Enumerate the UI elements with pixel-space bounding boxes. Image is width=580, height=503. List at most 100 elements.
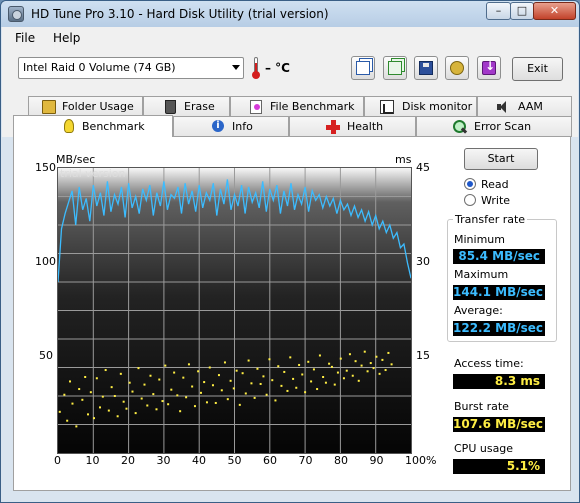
x-tick-label: 40 (192, 454, 206, 467)
options-button[interactable] (445, 56, 469, 80)
access-time-point (310, 380, 313, 383)
floppy-disk-icon (419, 61, 433, 75)
tab-disk-monitor[interactable]: Disk monitor (364, 96, 477, 117)
x-tick-label: 50 (227, 454, 242, 467)
access-time-point (119, 372, 122, 375)
access-time-point (69, 380, 72, 383)
x-tick-label: 100% (405, 454, 437, 467)
copy-text-button[interactable] (351, 56, 375, 80)
access-time-point (235, 369, 238, 372)
minimum-value: 85.4 MB/sec (453, 249, 545, 264)
access-time-point (271, 379, 274, 382)
copy-screenshot-button[interactable] (383, 56, 407, 80)
access-time-point (312, 368, 315, 371)
y-left-tick: 100 (35, 255, 56, 268)
access-time-point (71, 402, 74, 405)
y-right-tick: 15 (416, 349, 430, 362)
save-button[interactable] (414, 56, 438, 80)
access-time-point (149, 374, 152, 377)
access-time-point (63, 393, 66, 396)
access-time-point (170, 388, 173, 391)
access-time-point (187, 363, 190, 366)
access-time-point (191, 385, 194, 388)
exit-button[interactable]: Exit (512, 57, 563, 81)
access-time-point (316, 388, 319, 391)
access-time-point (173, 371, 176, 374)
access-time-point (247, 359, 250, 362)
access-time-point (232, 387, 235, 390)
maximize-button[interactable]: □ (510, 2, 534, 20)
maximum-label: Maximum (454, 268, 509, 281)
access-time-point (256, 367, 259, 370)
write-radio-label[interactable]: Write (481, 194, 510, 207)
title-bar[interactable]: HD Tune Pro 3.10 - Hard Disk Utility (tr… (1, 1, 579, 27)
access-time-point (81, 398, 84, 401)
access-time-point (89, 391, 92, 394)
access-time-point (214, 401, 217, 404)
access-time-point (66, 419, 69, 422)
access-time-point (298, 363, 301, 366)
access-time-point (268, 358, 271, 361)
access-time-point (360, 364, 363, 367)
write-radio[interactable] (464, 194, 476, 206)
access-time-point (328, 362, 331, 365)
access-time-point (58, 410, 61, 413)
drive-select[interactable]: Intel Raid 0 Volume (74 GB) (18, 57, 244, 79)
access-time-point (137, 367, 140, 370)
menu-bar: File Help (2, 27, 578, 49)
access-time-point (339, 357, 342, 360)
access-time-point (280, 384, 283, 387)
access-time-point (78, 388, 81, 391)
tab-file-benchmark[interactable]: File Benchmark (230, 96, 364, 117)
download-button[interactable] (477, 56, 501, 80)
y-left-unit: MB/sec (56, 153, 96, 166)
tab-erase[interactable]: Erase (143, 96, 230, 117)
access-time-point (277, 365, 280, 368)
tab-info[interactable]: i Info (173, 116, 289, 137)
close-button[interactable]: ✕ (533, 2, 576, 20)
menu-help[interactable]: Help (53, 31, 80, 45)
tab-health[interactable]: Health (289, 116, 416, 137)
access-time-point (318, 354, 321, 357)
access-time-point (363, 350, 366, 353)
access-time-point (348, 353, 351, 356)
minimize-button[interactable]: – (486, 2, 511, 20)
benchmark-chart (57, 167, 412, 454)
x-tick-label: 30 (156, 454, 171, 467)
access-time-point (292, 377, 295, 380)
tab-error-scan[interactable]: Error Scan (416, 116, 572, 137)
access-time-point (238, 403, 241, 406)
access-time-point (342, 377, 345, 380)
temperature-readout: – °C (265, 61, 290, 75)
access-time-point (223, 361, 226, 364)
info-icon: i (212, 120, 224, 132)
access-time-point (351, 374, 354, 377)
access-time-point (244, 392, 247, 395)
access-time-point (211, 384, 214, 387)
tab-folder-usage[interactable]: Folder Usage (28, 96, 143, 117)
hard-disk-icon (8, 6, 24, 22)
average-label: Average: (454, 304, 503, 317)
cpu-usage-value: 5.1% (453, 459, 545, 474)
access-time-point (205, 401, 208, 404)
access-time-point (262, 375, 265, 378)
start-button[interactable]: Start (464, 148, 538, 170)
read-radio-label[interactable]: Read (481, 178, 509, 191)
cpu-usage-label: CPU usage (454, 442, 514, 455)
menu-file[interactable]: File (15, 31, 35, 45)
access-time-point (220, 389, 223, 392)
read-radio[interactable] (464, 178, 476, 190)
access-time-point (155, 408, 158, 411)
magnifier-icon (453, 120, 467, 134)
access-time-point (197, 370, 200, 373)
burst-rate-value: 107.6 MB/sec (453, 417, 545, 432)
chevron-down-icon (232, 65, 240, 70)
tab-aam[interactable]: AAM (477, 96, 572, 117)
copy-image-icon (388, 61, 402, 75)
trash-icon (165, 100, 176, 114)
tab-benchmark[interactable]: Benchmark (13, 115, 173, 137)
access-time-label: Access time: (454, 357, 524, 370)
access-time-point (354, 360, 357, 363)
y-left-tick: 50 (39, 349, 53, 362)
window-title: HD Tune Pro 3.10 - Hard Disk Utility (tr… (31, 7, 329, 21)
